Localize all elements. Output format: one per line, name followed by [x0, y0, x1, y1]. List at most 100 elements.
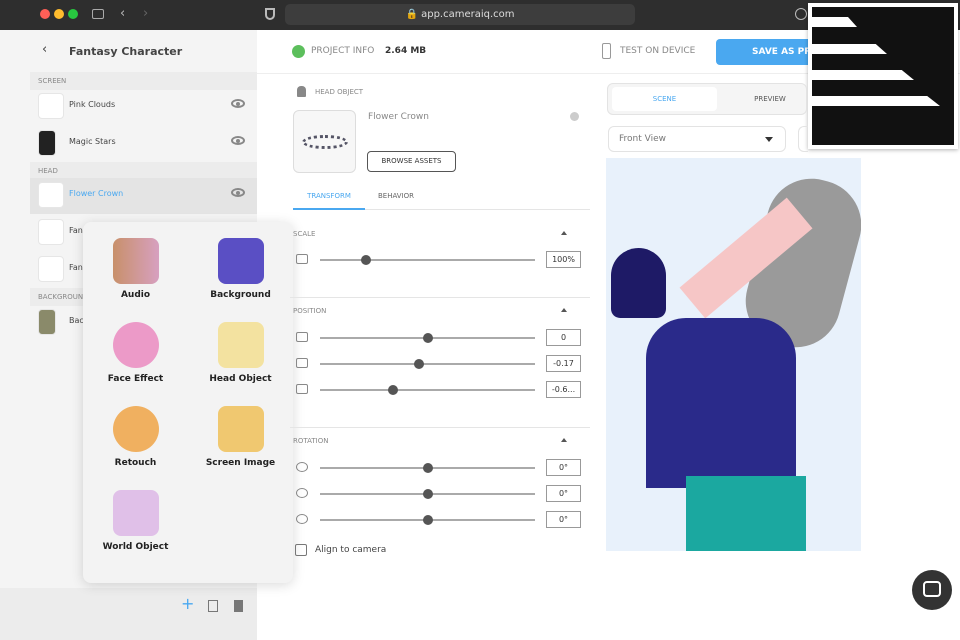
- slider-knob[interactable]: [414, 359, 425, 369]
- secondary-select[interactable]: [798, 126, 808, 152]
- scale-slider[interactable]: [320, 255, 535, 265]
- menu-item-label: Audio: [120, 290, 151, 300]
- retouch-icon: [112, 406, 159, 452]
- asset-name: Flower Crown: [368, 112, 430, 122]
- rotation-z-input[interactable]: 0°: [546, 511, 581, 528]
- test-on-device-button[interactable]: TEST ON DEVICE: [620, 46, 695, 56]
- scene-viewport[interactable]: [606, 158, 861, 551]
- menu-item-screen-image[interactable]: Screen Image: [188, 400, 293, 484]
- layer-item-selected[interactable]: Flower Crown: [30, 178, 257, 214]
- layer-label: Fan: [69, 263, 83, 272]
- layer-label: Pink Clouds: [69, 100, 116, 109]
- close-window-button[interactable]: [40, 9, 50, 19]
- project-info-link[interactable]: PROJECT INFO: [311, 46, 374, 56]
- save-button[interactable]: SAVE AS PR: [716, 39, 816, 65]
- menu-item-label: Retouch: [114, 458, 157, 468]
- rotation-x-slider[interactable]: [320, 463, 535, 473]
- status-indicator: [292, 45, 305, 58]
- audio-icon: [112, 238, 159, 284]
- maximize-window-button[interactable]: [68, 9, 78, 19]
- eye-icon[interactable]: [231, 188, 245, 197]
- layer-item[interactable]: Magic Stars: [30, 126, 257, 162]
- rotation-y-slider[interactable]: [320, 489, 535, 499]
- rotation-x-icon: [296, 462, 308, 472]
- scale-label: SCALE: [293, 230, 316, 238]
- layer-thumbnail: [38, 219, 64, 245]
- logo-overlay: [808, 3, 958, 149]
- add-layer-icon[interactable]: +: [181, 594, 194, 613]
- background-icon: [217, 238, 264, 284]
- menu-item-head-object[interactable]: Head Object: [188, 316, 293, 400]
- layer-label: Bac: [69, 316, 84, 325]
- url-text: app.cameraiq.com: [421, 9, 515, 20]
- tab-preview[interactable]: PREVIEW: [720, 87, 820, 111]
- chat-icon: [923, 581, 941, 597]
- tab-behavior[interactable]: BEHAVIOR: [365, 186, 427, 206]
- menu-item-label: Screen Image: [205, 458, 276, 468]
- head-object-icon: [217, 322, 264, 368]
- trash-icon[interactable]: [234, 600, 243, 612]
- slider-knob[interactable]: [387, 385, 398, 395]
- scale-input[interactable]: 100%: [546, 251, 581, 268]
- chat-button[interactable]: [912, 570, 952, 610]
- align-checkbox[interactable]: [295, 544, 307, 556]
- menu-item-face-effect[interactable]: Face Effect: [83, 316, 188, 400]
- collapse-icon[interactable]: [561, 308, 567, 312]
- layer-item[interactable]: Pink Clouds: [30, 89, 257, 125]
- menu-item-background[interactable]: Background: [188, 232, 293, 316]
- position-y-input[interactable]: -0.17: [546, 355, 581, 372]
- rotation-x-input[interactable]: 0°: [546, 459, 581, 476]
- position-x-input[interactable]: 0: [546, 329, 581, 346]
- screen-image-icon: [217, 406, 264, 452]
- position-y-icon: [296, 358, 308, 368]
- browse-assets-button[interactable]: BROWSE ASSETS: [367, 151, 456, 172]
- address-bar[interactable]: 🔒 app.cameraiq.com: [285, 4, 635, 25]
- pants-illustration: [686, 476, 806, 551]
- slider-knob[interactable]: [361, 255, 371, 265]
- position-y-slider[interactable]: [320, 359, 535, 369]
- slider-knob[interactable]: [422, 489, 433, 499]
- slider-knob[interactable]: [422, 515, 433, 525]
- slider-knob[interactable]: [422, 333, 433, 343]
- layer-label: Magic Stars: [69, 137, 116, 146]
- position-x-icon: [296, 332, 308, 342]
- section-screen: SCREEN: [30, 72, 257, 90]
- tab-transform[interactable]: TRANSFORM: [293, 186, 365, 210]
- info-icon[interactable]: [570, 112, 579, 121]
- forward-icon[interactable]: ›: [143, 6, 148, 21]
- download-icon[interactable]: [795, 8, 807, 20]
- menu-item-world-object[interactable]: World Object: [83, 484, 188, 568]
- tab-scene[interactable]: SCENE: [612, 87, 717, 111]
- eye-icon[interactable]: [231, 136, 245, 145]
- world-object-icon: [112, 490, 159, 536]
- shield-icon: [265, 8, 275, 20]
- duplicate-icon[interactable]: [208, 600, 218, 612]
- layer-label: Fan: [69, 226, 83, 235]
- collapse-icon[interactable]: [561, 231, 567, 235]
- collapse-icon[interactable]: [561, 438, 567, 442]
- sidebar-toggle-icon[interactable]: [92, 9, 104, 19]
- menu-item-label: Face Effect: [107, 374, 164, 384]
- menu-item-retouch[interactable]: Retouch: [83, 400, 188, 484]
- shirt-illustration: [646, 318, 796, 488]
- rotation-z-slider[interactable]: [320, 515, 535, 525]
- layer-thumbnail: [38, 93, 64, 119]
- position-z-slider[interactable]: [320, 385, 535, 395]
- layer-thumbnail: [38, 130, 56, 156]
- scale-icon: [296, 254, 308, 264]
- menu-item-audio[interactable]: Audio: [83, 232, 188, 316]
- rotation-label: ROTATION: [293, 437, 329, 445]
- rotation-y-input[interactable]: 0°: [546, 485, 581, 502]
- eye-icon[interactable]: [231, 99, 245, 108]
- section-title: HEAD OBJECT: [315, 88, 364, 96]
- layer-thumbnail: [38, 309, 56, 335]
- back-icon[interactable]: ‹: [120, 6, 125, 21]
- view-select[interactable]: Front View: [608, 126, 786, 152]
- minimize-window-button[interactable]: [54, 9, 64, 19]
- position-x-slider[interactable]: [320, 333, 535, 343]
- layer-label: Flower Crown: [69, 189, 124, 198]
- position-z-input[interactable]: -0.6...: [546, 381, 581, 398]
- property-tabs: TRANSFORM BEHAVIOR: [293, 186, 590, 210]
- slider-knob[interactable]: [422, 463, 433, 473]
- back-button[interactable]: ‹: [42, 42, 47, 57]
